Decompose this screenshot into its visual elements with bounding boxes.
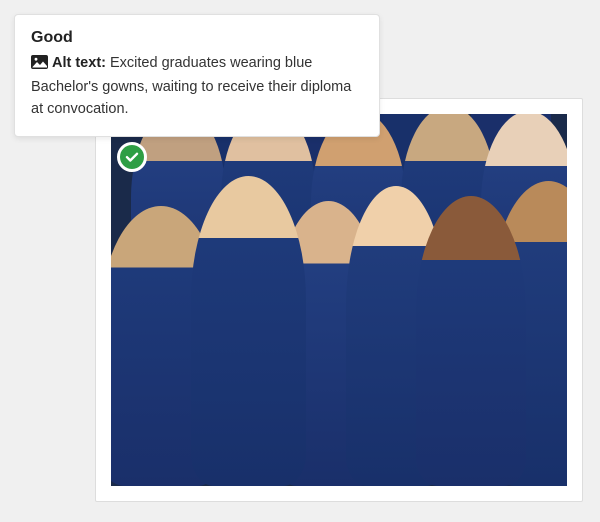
graduate-figure	[191, 176, 306, 486]
checkmark-icon	[124, 149, 140, 165]
status-badge-good	[117, 142, 147, 172]
tooltip-heading: Good	[31, 29, 363, 47]
graduate-figure	[416, 196, 526, 486]
example-image	[111, 114, 567, 486]
image-icon	[31, 55, 48, 77]
tooltip-body: Alt text: Excited graduates wearing blue…	[31, 53, 363, 120]
image-card	[95, 98, 583, 502]
alt-text-tooltip: Good Alt text: Excited graduates wearing…	[14, 14, 380, 137]
tooltip-label: Alt text:	[52, 55, 106, 71]
